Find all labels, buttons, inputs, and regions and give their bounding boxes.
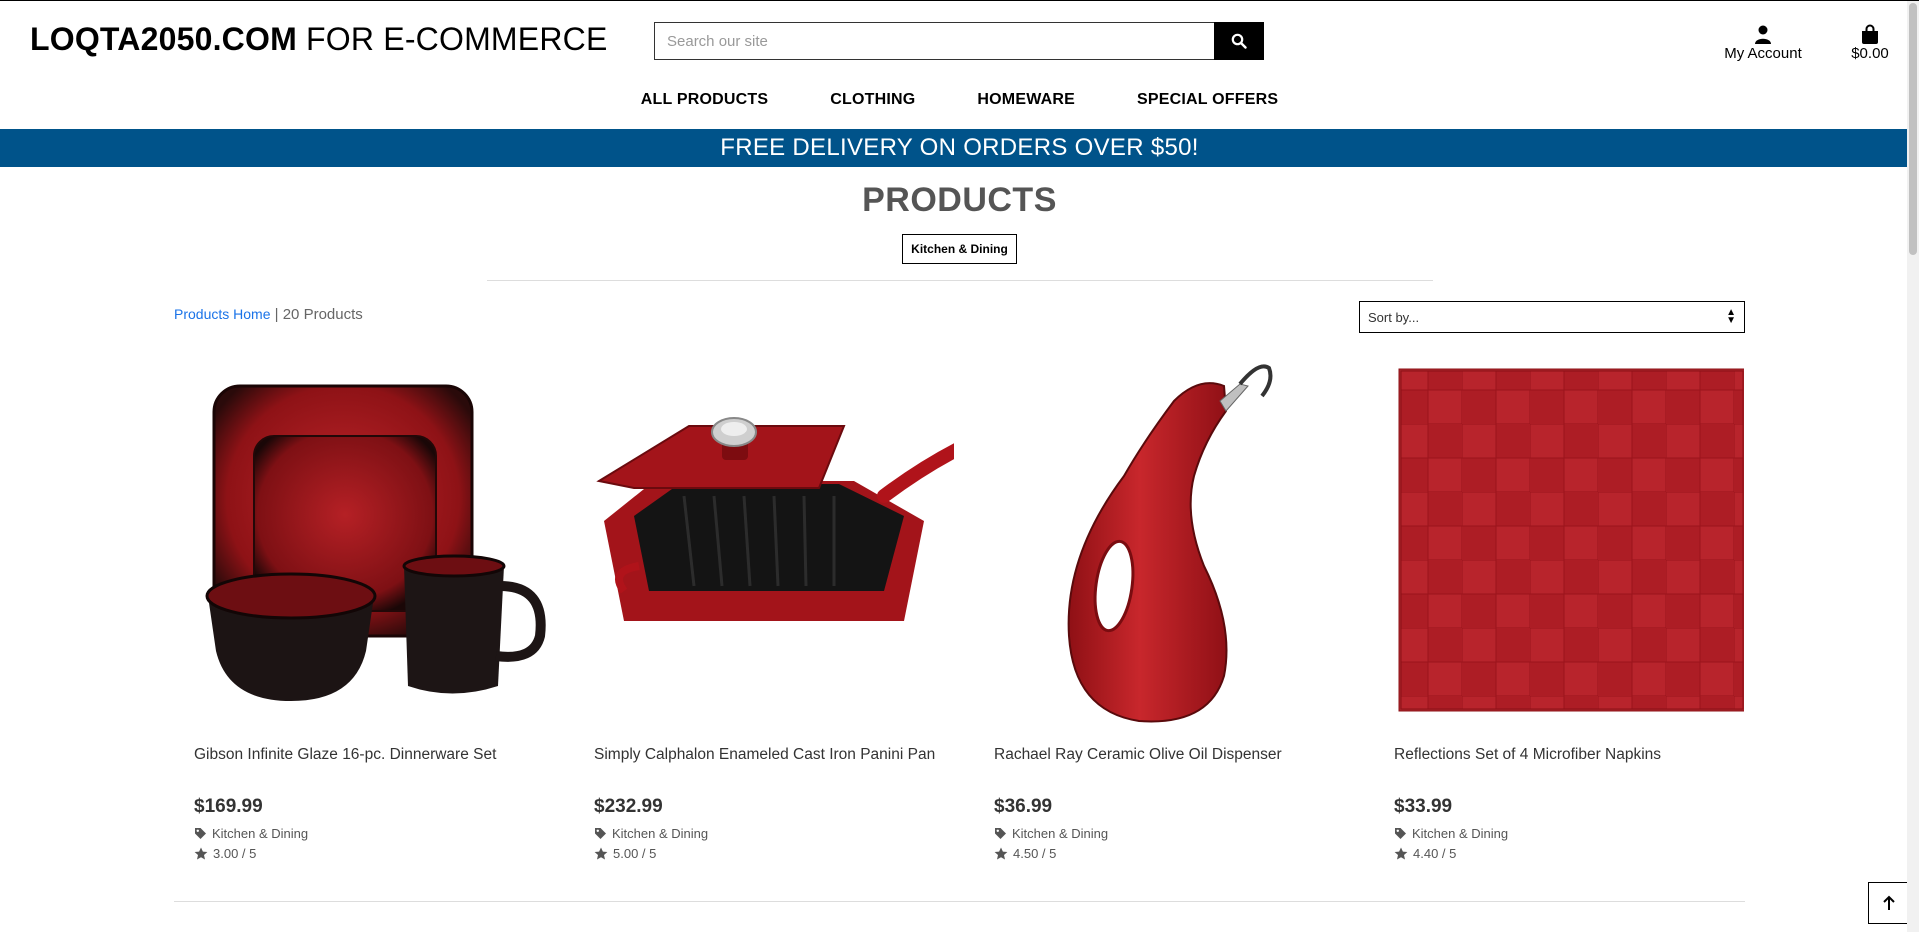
nav-homeware[interactable]: HOMEWARE — [977, 91, 1075, 109]
scrollbar-thumb[interactable] — [1909, 3, 1917, 255]
product-category-label: Kitchen & Dining — [212, 826, 309, 841]
sort-select[interactable]: Sort by... ▲ ▼ — [1359, 301, 1745, 333]
product-image-dinnerware[interactable] — [194, 356, 554, 726]
category-badge[interactable]: Kitchen & Dining — [902, 234, 1017, 264]
search-input[interactable] — [654, 22, 1214, 60]
logo-bold[interactable]: LOQTA2050.COM — [30, 21, 297, 57]
shopping-bag-icon — [1862, 24, 1878, 44]
product-rating: 4.40 / 5 — [1394, 846, 1725, 861]
tag-icon — [995, 828, 1006, 839]
product-rating: 4.50 / 5 — [994, 846, 1354, 861]
product-price: $36.99 — [994, 796, 1053, 817]
back-to-top-button[interactable] — [1868, 882, 1910, 924]
product-card[interactable]: Simply Calphalon Enameled Cast Iron Pani… — [574, 356, 974, 861]
cart-link[interactable]: $0.00 — [1842, 17, 1898, 62]
my-account-link[interactable]: My Account — [1718, 17, 1808, 62]
star-icon — [194, 847, 208, 860]
dinnerware-illustration — [205, 384, 546, 701]
delivery-banner: FREE DELIVERY ON ORDERS OVER $50! — [0, 129, 1919, 167]
product-category-label: Kitchen & Dining — [1412, 826, 1509, 841]
cart-total: $0.00 — [1851, 45, 1889, 62]
product-name[interactable]: Rachael Ray Ceramic Olive Oil Dispenser — [994, 743, 1354, 789]
product-toolbar: Products Home | 20 Products Sort by... ▲… — [0, 281, 1919, 341]
product-name[interactable]: Simply Calphalon Enameled Cast Iron Pani… — [594, 743, 954, 789]
star-icon — [994, 847, 1008, 860]
logo-rest[interactable]: FOR E-COMMERCE — [297, 21, 608, 57]
page-scrollbar[interactable] — [1907, 1, 1919, 932]
oil-dispenser-illustration — [1067, 364, 1273, 723]
products-home-link[interactable]: Products Home — [174, 306, 270, 322]
user-icon-wrap — [1718, 17, 1808, 45]
sort-arrows-icon: ▲ ▼ — [1726, 307, 1736, 326]
search-form — [654, 22, 1264, 60]
site-logo[interactable]: LOQTA2050.COM FOR E-COMMERCE — [30, 21, 608, 58]
product-card[interactable]: Gibson Infinite Glaze 16-pc. Dinnerware … — [174, 356, 574, 861]
tag-icon — [195, 828, 206, 839]
product-price: $33.99 — [1394, 796, 1453, 817]
product-price: $232.99 — [594, 796, 663, 817]
product-count: 20 Products — [282, 306, 363, 323]
main-nav: ALL PRODUCTS CLOTHING HOMEWARE SPECIAL O… — [0, 91, 1919, 109]
product-category[interactable]: Kitchen & Dining — [994, 826, 1354, 841]
product-rating-value: 5.00 / 5 — [613, 846, 657, 861]
sort-label: Sort by... — [1368, 309, 1420, 325]
panini-pan-illustration — [596, 417, 971, 621]
product-category[interactable]: Kitchen & Dining — [194, 826, 554, 841]
bag-icon-wrap — [1842, 17, 1898, 45]
product-rating: 3.00 / 5 — [194, 846, 554, 861]
header: LOQTA2050.COM FOR E-COMMERCE My Account … — [0, 1, 1919, 129]
product-category-label: Kitchen & Dining — [612, 826, 709, 841]
product-grid: Gibson Infinite Glaze 16-pc. Dinnerware … — [174, 356, 1746, 861]
page-title: PRODUCTS — [862, 181, 1057, 219]
nav-special-offers[interactable]: SPECIAL OFFERS — [1137, 91, 1278, 109]
user-icon — [1755, 25, 1771, 44]
page: LOQTA2050.COM FOR E-COMMERCE My Account … — [0, 0, 1919, 932]
star-icon — [1394, 847, 1408, 860]
product-rating-value: 4.40 / 5 — [1413, 846, 1457, 861]
breadcrumb-separator: | — [270, 306, 283, 323]
search-icon — [1231, 33, 1247, 49]
product-card[interactable]: Rachael Ray Ceramic Olive Oil Dispenser … — [974, 356, 1374, 861]
breadcrumb: Products Home | 20 Products — [174, 306, 363, 323]
product-rating: 5.00 / 5 — [594, 846, 954, 861]
product-image-oil-dispenser[interactable] — [994, 356, 1354, 726]
product-card[interactable]: Reflections Set of 4 Microfiber Napkins … — [1374, 356, 1746, 861]
product-rating-value: 3.00 / 5 — [213, 846, 257, 861]
napkins-illustration — [1398, 368, 1746, 712]
tag-icon — [595, 828, 606, 839]
product-category[interactable]: Kitchen & Dining — [594, 826, 954, 841]
product-category[interactable]: Kitchen & Dining — [1394, 826, 1725, 841]
product-name[interactable]: Reflections Set of 4 Microfiber Napkins — [1394, 743, 1725, 789]
product-image-napkins[interactable] — [1394, 356, 1746, 726]
nav-clothing[interactable]: CLOTHING — [830, 91, 915, 109]
product-name[interactable]: Gibson Infinite Glaze 16-pc. Dinnerware … — [194, 743, 554, 789]
nav-all-products[interactable]: ALL PRODUCTS — [641, 91, 768, 109]
arrow-up-icon — [1883, 895, 1895, 910]
search-button[interactable] — [1214, 22, 1264, 60]
product-image-panini-pan[interactable] — [594, 356, 971, 726]
product-row-divider — [174, 901, 1745, 902]
product-price: $169.99 — [194, 796, 263, 817]
tag-icon — [1395, 828, 1406, 839]
account-label: My Account — [1724, 45, 1802, 62]
star-icon — [594, 847, 608, 860]
category-badge-wrap: Kitchen & Dining — [0, 234, 1919, 264]
product-category-label: Kitchen & Dining — [1012, 826, 1109, 841]
product-rating-value: 4.50 / 5 — [1013, 846, 1057, 861]
